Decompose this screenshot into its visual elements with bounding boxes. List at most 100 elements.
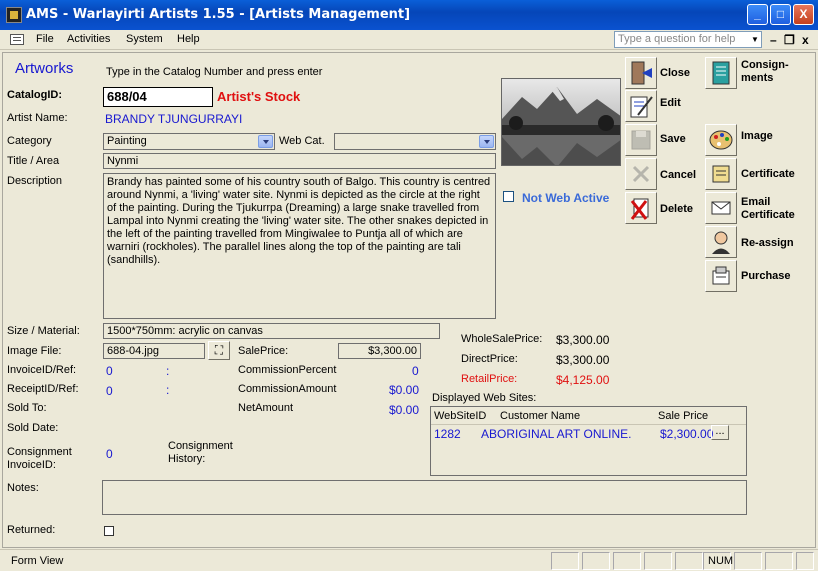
websites-header: WebSiteID Customer Name Sale Price: [431, 407, 746, 425]
delete-label: Delete: [660, 203, 694, 215]
webcat-select[interactable]: [334, 133, 496, 150]
close-window-button[interactable]: X: [793, 4, 814, 25]
menu-system[interactable]: System: [126, 33, 163, 45]
websites-label: Displayed Web Sites:: [432, 392, 537, 404]
delete-icon: [626, 193, 656, 223]
saleprice-label: SalePrice:: [238, 345, 289, 357]
consignment-history-label: Consignment History:: [168, 440, 233, 465]
email-certificate-button[interactable]: [705, 192, 737, 224]
title-bar: AMS - Warlayirti Artists 1.55 - [Artists…: [0, 0, 818, 30]
status-cell-8: [765, 552, 793, 570]
mdi-minimize-button[interactable]: –: [770, 33, 777, 47]
image-label: Image: [741, 130, 773, 142]
menu-help[interactable]: Help: [177, 33, 200, 45]
chevron-down-icon[interactable]: [479, 135, 494, 148]
description-label: Description: [7, 175, 63, 187]
instruction-text: Type in the Catalog Number and press ent…: [106, 66, 323, 78]
status-cell-4: [644, 552, 672, 570]
cancel-button[interactable]: [625, 158, 657, 190]
commission-amt-label: CommissionAmount: [238, 383, 337, 395]
direct-value: $3,300.00: [556, 353, 610, 367]
edit-label: Edit: [660, 97, 681, 109]
row-more-button[interactable]: ...: [711, 425, 729, 440]
webcat-label: Web Cat.: [279, 135, 325, 147]
catalog-input[interactable]: 688/04: [103, 87, 213, 107]
receipt-label: ReceiptID/Ref:: [7, 383, 79, 395]
chevron-down-icon[interactable]: ▼: [749, 32, 761, 47]
consignments-button[interactable]: [705, 57, 737, 89]
menu-activities[interactable]: Activities: [67, 33, 110, 45]
title-input[interactable]: Nynmi: [103, 153, 496, 169]
saleprice-input[interactable]: $3,300.00: [338, 343, 421, 359]
minimize-button[interactable]: _: [747, 4, 768, 25]
notes-textarea[interactable]: [102, 480, 747, 515]
edit-form-icon: [626, 91, 656, 121]
status-cell-9: [796, 552, 814, 570]
save-icon: [626, 125, 656, 155]
retail-value: $4,125.00: [556, 373, 610, 387]
image-button[interactable]: [705, 124, 737, 156]
receipt-ref: :: [166, 383, 170, 397]
soldto-label: Sold To:: [7, 402, 47, 414]
wholesale-label: WholeSalePrice:: [461, 333, 543, 345]
chevron-down-icon[interactable]: [258, 135, 273, 148]
close-label: Close: [660, 67, 690, 79]
netamount-value: $0.00: [389, 403, 420, 417]
app-icon[interactable]: [6, 7, 22, 23]
netamount-label: NetAmount: [238, 402, 294, 414]
col-customer-name: Customer Name: [500, 410, 581, 422]
palette-icon: [706, 125, 736, 155]
retail-label: RetailPrice:: [461, 373, 518, 385]
image-file-input[interactable]: 688-04.jpg: [103, 343, 205, 359]
notes-label: Notes:: [7, 482, 39, 494]
row-customer: ABORIGINAL ART ONLINE.: [481, 427, 632, 441]
reassign-label: Re-assign: [741, 237, 794, 249]
not-web-active-checkbox[interactable]: [503, 191, 514, 202]
invoice-value: 0: [106, 364, 113, 378]
status-view: Form View: [11, 555, 64, 567]
form-icon[interactable]: [10, 34, 24, 45]
door-exit-icon: [626, 58, 656, 88]
binoculars-icon[interactable]: ⛶: [208, 341, 230, 360]
purchase-label: Purchase: [741, 270, 791, 282]
consignment-invoice-label: Consignment InvoiceID:: [7, 446, 72, 471]
scroll-icon: [706, 159, 736, 189]
commission-pct-value: 0: [412, 364, 419, 378]
purchase-button[interactable]: [705, 260, 737, 292]
not-web-active-label: Not Web Active: [522, 191, 610, 205]
menu-file[interactable]: File: [36, 33, 54, 45]
description-textarea[interactable]: Brandy has painted some of his country s…: [103, 173, 496, 319]
help-search-input[interactable]: Type a question for help: [614, 31, 762, 48]
reassign-button[interactable]: [705, 226, 737, 258]
artwork-image[interactable]: [501, 78, 621, 166]
status-cell-7: [734, 552, 762, 570]
save-button[interactable]: [625, 124, 657, 156]
catalog-label: CatalogID:: [7, 89, 62, 101]
mdi-close-button[interactable]: x: [802, 33, 809, 47]
table-row[interactable]: 1282 ABORIGINAL ART ONLINE. $2,300.00 ..…: [431, 425, 746, 442]
row-price: $2,300.00: [660, 427, 714, 441]
category-label: Category: [7, 135, 52, 147]
delete-button[interactable]: [625, 192, 657, 224]
col-sale-price: Sale Price: [658, 410, 709, 422]
close-button[interactable]: [625, 57, 657, 89]
status-num: NUM: [703, 552, 733, 570]
person-icon: [706, 227, 736, 257]
size-input[interactable]: 1500*750mm: acrylic on canvas: [103, 323, 440, 339]
category-select[interactable]: Painting: [103, 133, 275, 150]
envelope-icon: [706, 193, 736, 223]
artist-value: BRANDY TJUNGURRAYI: [105, 112, 243, 126]
status-cell-2: [582, 552, 610, 570]
returned-checkbox[interactable]: [104, 526, 114, 536]
form-heading: Artworks: [15, 60, 74, 77]
mdi-restore-button[interactable]: ❐: [784, 33, 795, 47]
status-bar: Form View NUM: [0, 549, 818, 571]
consignment-invoice-value: 0: [106, 447, 113, 461]
status-cell-5: [675, 552, 703, 570]
edit-button[interactable]: [625, 90, 657, 122]
maximize-button[interactable]: □: [770, 4, 791, 25]
certificate-button[interactable]: [705, 158, 737, 190]
certificate-label: Certificate: [741, 168, 795, 180]
title-label: Title / Area: [7, 155, 60, 167]
commission-pct-label: CommissionPercent: [238, 364, 337, 376]
